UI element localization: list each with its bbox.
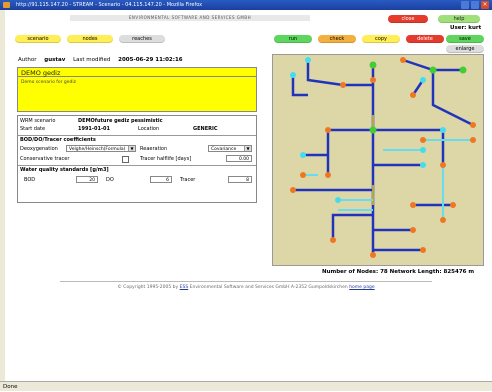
window-title-bar: http://91.115.147.20 - STREAM - Scenario… <box>0 0 492 10</box>
start-date-label: Start date <box>20 126 46 132</box>
deoxygenation-select-value: Velghe/Heinsch(Formula) <box>69 147 126 152</box>
start-date-value: 1991-01-01 <box>78 126 110 132</box>
network-nodes <box>290 57 476 258</box>
network-map[interactable] <box>272 54 484 266</box>
tracer-halflife-input[interactable]: 0.00 <box>226 155 252 162</box>
help-button[interactable]: help <box>438 15 480 23</box>
chevron-down-icon: ▼ <box>128 146 135 151</box>
left-frame-border <box>0 10 5 381</box>
do-input[interactable]: 6 <box>150 176 172 183</box>
company-banner: ENVIRONMENTAL SOFTWARE AND SERVICES GMBH <box>70 15 310 21</box>
tracer-input[interactable]: 8 <box>228 176 252 183</box>
user-label: User: kurt <box>450 25 482 31</box>
maximize-icon[interactable] <box>471 1 479 9</box>
reaeration-label: Reaeration <box>140 146 168 152</box>
divider <box>18 135 256 136</box>
nodes-label: Number of Nodes: <box>322 269 379 275</box>
scenario-description-field[interactable]: Demo scenario for gediz <box>17 77 257 112</box>
home-page-link[interactable]: home page <box>349 285 374 290</box>
tracer-halflife-label: Tracer halflife [days] <box>140 156 192 162</box>
location-label: Location <box>138 126 160 132</box>
standards-header: Water quality standards [g/m3] <box>20 167 109 173</box>
run-button[interactable]: run <box>274 35 312 43</box>
scenario-title-field[interactable]: DEMO gediz <box>17 67 257 77</box>
close-window-icon[interactable]: × <box>481 1 489 9</box>
network-pipes <box>291 58 474 255</box>
footer: © Copyright 1995-2005 by ESS Environment… <box>0 285 492 290</box>
tab-scenario[interactable]: scenario <box>15 35 61 43</box>
close-button[interactable]: close <box>388 15 428 23</box>
author-value: gustav <box>44 57 66 63</box>
save-button[interactable]: save <box>446 35 484 43</box>
nodes-value: 78 <box>380 269 388 275</box>
copyright-text: © Copyright 1995-2005 by <box>117 285 179 290</box>
company-link[interactable]: ESS <box>180 285 189 290</box>
tracer-label: Tracer <box>180 177 196 183</box>
status-text: Done <box>3 384 18 390</box>
network-summary: Number of Nodes: 78 Network Length: 8254… <box>322 269 474 275</box>
copy-button[interactable]: copy <box>362 35 400 43</box>
footer-divider <box>60 281 432 282</box>
river-network-drawing <box>290 57 476 258</box>
modified-value: 2005-06-29 11:02:16 <box>118 57 183 63</box>
browser-icon <box>3 2 10 8</box>
length-value: 825476 m <box>443 269 475 275</box>
window-title: http://91.115.147.20 - STREAM - Scenario… <box>16 2 203 8</box>
conservative-tracer-label: Conservative tracer <box>20 156 70 162</box>
bod-input[interactable]: 20 <box>76 176 98 183</box>
location-value: GENERIC <box>193 126 218 132</box>
author-label: Author <box>18 57 37 63</box>
check-button[interactable]: check <box>318 35 356 43</box>
chevron-down-icon: ▼ <box>244 146 251 151</box>
delete-button[interactable]: delete <box>406 35 444 43</box>
reaeration-select[interactable]: Covariance ▼ <box>208 145 252 152</box>
parameters-panel: WRM scenario DEMOfuture gediz pessimisti… <box>17 115 257 203</box>
deoxygenation-select[interactable]: Velghe/Heinsch(Formula) ▼ <box>66 145 136 152</box>
conservative-tracer-checkbox[interactable] <box>122 156 129 163</box>
bod-label: BOD <box>24 177 36 183</box>
divider <box>18 165 256 166</box>
tab-nodes[interactable]: nodes <box>67 35 113 43</box>
tab-reaches[interactable]: reaches <box>119 35 165 43</box>
coefficients-header: BOD/DO/Tracer coefficients <box>20 137 96 143</box>
wrm-label: WRM scenario <box>20 118 56 124</box>
minimize-icon[interactable] <box>461 1 469 9</box>
status-bar: Done <box>0 381 492 391</box>
scenario-meta: Author gustav Last modified 2005-06-29 1… <box>18 57 189 63</box>
wrm-value: DEMOfuture gediz pessimistic <box>78 118 163 124</box>
company-text: Environmental Software and Services GmbH… <box>189 285 348 290</box>
deoxygenation-label: Deoxygenation <box>20 146 58 152</box>
reaeration-select-value: Covariance <box>211 147 237 152</box>
length-label: Network Length: <box>389 269 442 275</box>
modified-label: Last modified <box>73 57 111 63</box>
enlarge-button[interactable]: enlarge <box>446 45 484 53</box>
do-label: DO <box>106 177 114 183</box>
